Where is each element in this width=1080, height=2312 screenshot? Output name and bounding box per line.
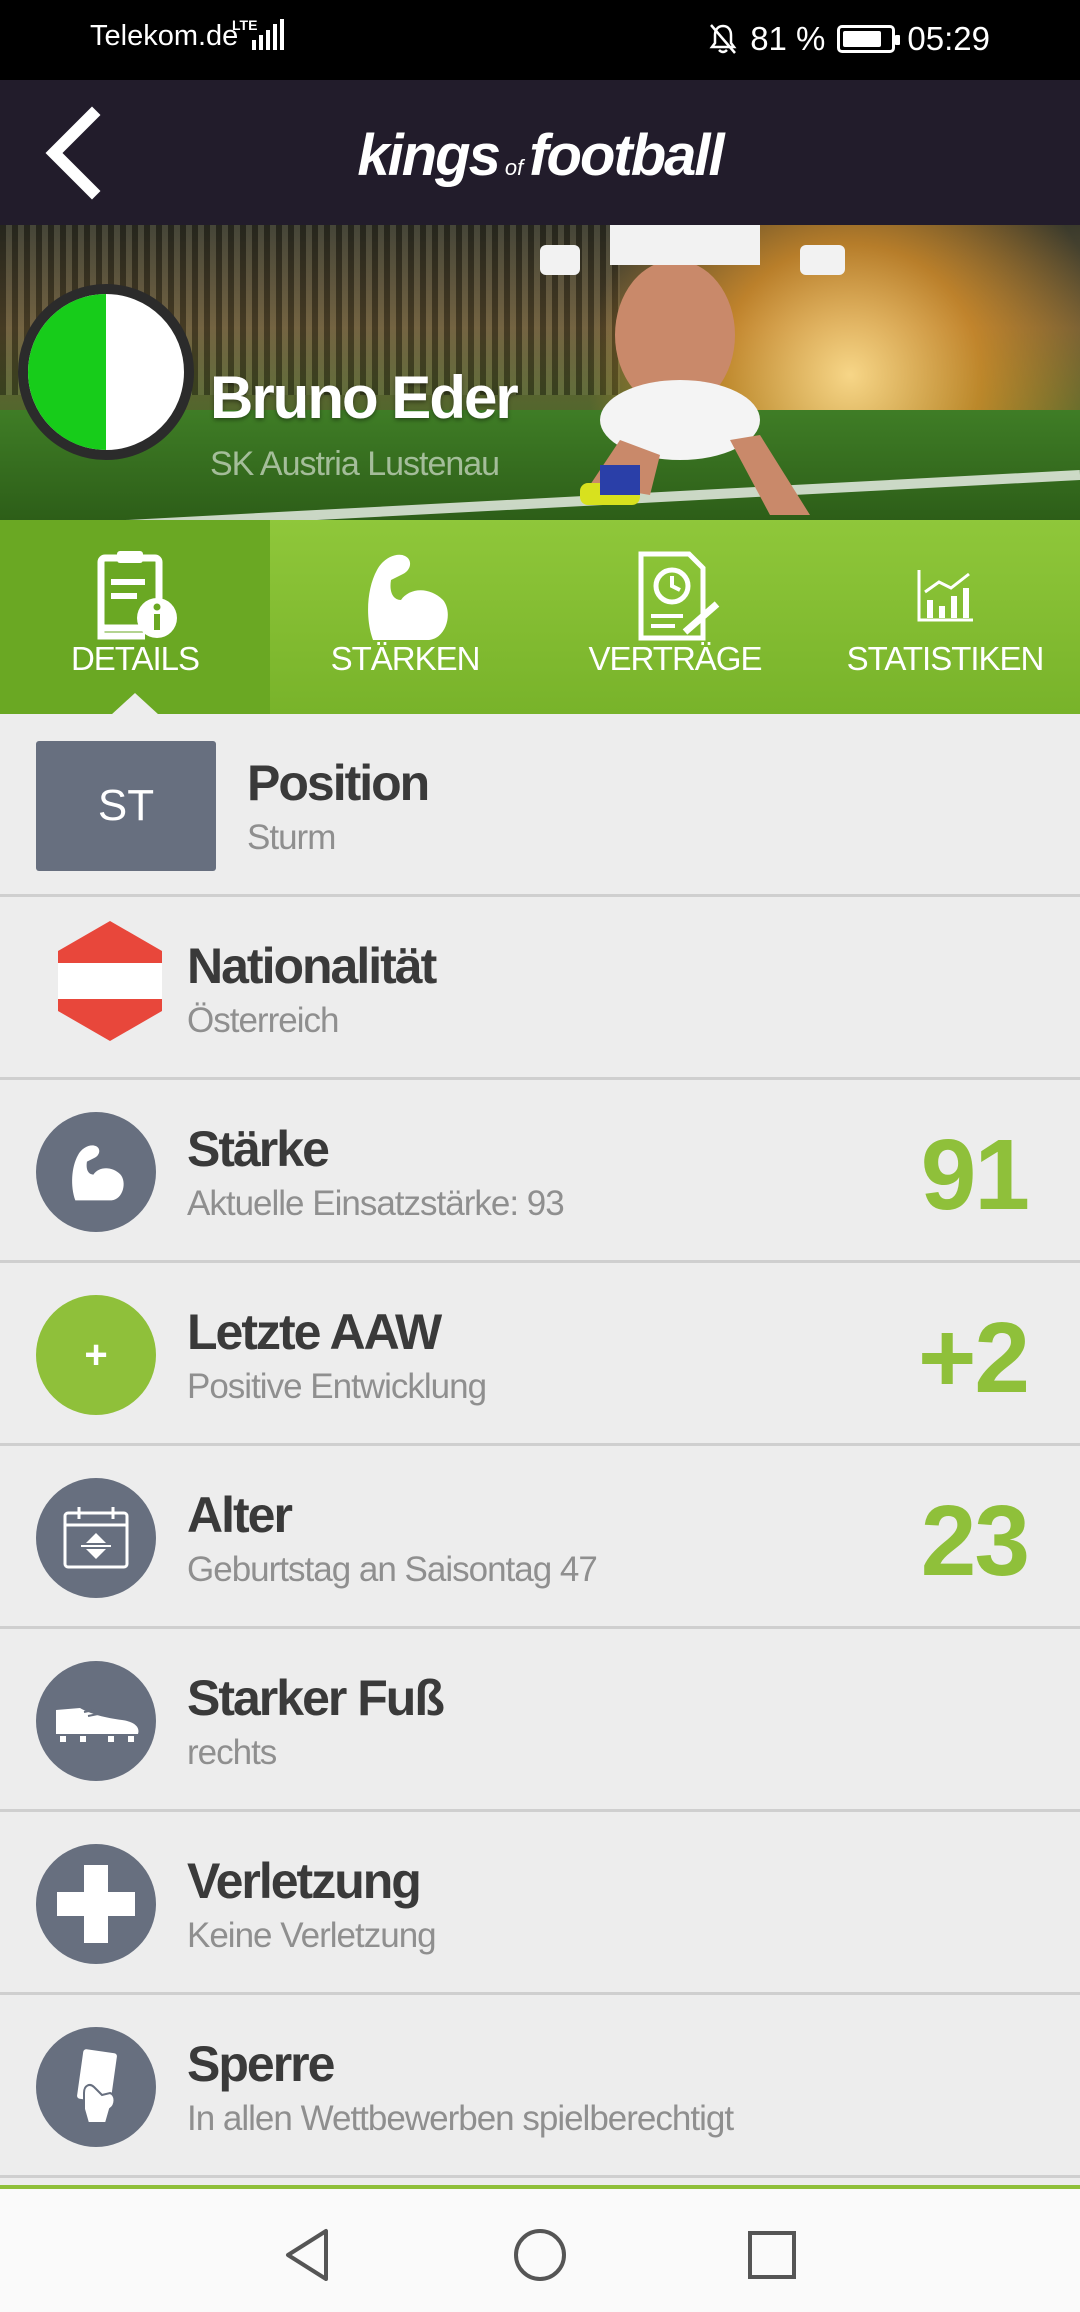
referee-card-icon bbox=[77, 2049, 117, 2124]
tab-strengths[interactable]: STÄRKEN bbox=[270, 520, 540, 714]
strong-foot-value: rechts bbox=[187, 1733, 277, 1772]
battery-percent: 81 % bbox=[750, 20, 826, 57]
tab-bar: DETAILS STÄRKEN VERTRÄGE STATISTIKEN bbox=[0, 520, 1080, 715]
injury-row-icon-circle bbox=[36, 1844, 156, 1964]
nationality-title: Nationalität bbox=[187, 938, 437, 994]
injury-value: Keine Verletzung bbox=[187, 1916, 437, 1955]
battery-icon bbox=[837, 25, 901, 53]
suspension-row[interactable]: Sperre In allen Wettbewerben spielberech… bbox=[0, 1995, 1080, 2178]
last-aaw-row[interactable]: + Letzte AAW Positive Entwicklung +2 bbox=[0, 1263, 1080, 1446]
club-badge bbox=[18, 284, 194, 460]
injury-title: Verletzung bbox=[187, 1853, 422, 1909]
strong-foot-row-icon-circle bbox=[36, 1661, 156, 1781]
system-navigation-bar bbox=[0, 2185, 1080, 2312]
position-title: Position bbox=[247, 755, 430, 811]
suspension-row-icon-circle bbox=[36, 2027, 156, 2147]
last-aaw-title: Letzte AAW bbox=[187, 1304, 442, 1360]
status-bar: Telekom.de LTE 81 % 05:29 bbox=[0, 0, 1080, 80]
contract-icon bbox=[638, 551, 720, 641]
strong-foot-row[interactable]: Starker Fuß rechts bbox=[0, 1629, 1080, 1812]
strength-row-icon-circle bbox=[36, 1112, 156, 1232]
last-aaw-subtitle: Positive Entwicklung bbox=[187, 1367, 487, 1406]
age-row-icon-circle bbox=[36, 1478, 156, 1598]
clock: 05:29 bbox=[907, 20, 990, 57]
nationality-value: Österreich bbox=[187, 1001, 339, 1040]
signal-icon bbox=[252, 19, 284, 50]
suspension-title: Sperre bbox=[187, 2036, 335, 2092]
details-icon bbox=[97, 551, 177, 640]
austria-flag-icon bbox=[58, 921, 162, 1041]
position-row[interactable]: ST Position Sturm bbox=[0, 714, 1080, 897]
strength-subtitle: Aktuelle Einsatzstärke: 93 bbox=[187, 1184, 565, 1223]
statistics-icon bbox=[917, 570, 973, 622]
logo-kings: kings bbox=[357, 123, 500, 188]
position-badge: ST bbox=[36, 741, 216, 871]
age-row[interactable]: Alter Geburtstag an Saisontag 47 23 bbox=[0, 1446, 1080, 1629]
mute-bell-icon bbox=[709, 24, 737, 54]
strong-foot-title: Starker Fuß bbox=[187, 1670, 445, 1726]
logo-football: football bbox=[529, 123, 724, 188]
player-name: Bruno Eder bbox=[210, 364, 519, 431]
medical-cross-icon bbox=[57, 1865, 135, 1943]
strength-value: 91 bbox=[920, 1119, 1030, 1231]
tab-statistics-label: STATISTIKEN bbox=[846, 640, 1045, 677]
plus-circle-icon: + bbox=[36, 1295, 156, 1415]
age-title: Alter bbox=[187, 1487, 293, 1543]
nav-back-icon[interactable] bbox=[278, 2225, 338, 2285]
app-header: kings of football bbox=[0, 80, 1080, 225]
position-value: Sturm bbox=[247, 818, 336, 857]
logo-of: of bbox=[504, 155, 524, 180]
tab-contracts[interactable]: VERTRÄGE bbox=[540, 520, 810, 714]
age-value: 23 bbox=[920, 1485, 1030, 1597]
nav-recents-icon[interactable] bbox=[742, 2225, 802, 2285]
tab-strengths-label: STÄRKEN bbox=[330, 640, 481, 677]
player-details-list: ST Position Sturm Nationalität Österreic… bbox=[0, 714, 1080, 2178]
tab-details-label: DETAILS bbox=[70, 640, 200, 677]
celebrating-player-image bbox=[540, 225, 845, 515]
football-boot-icon bbox=[56, 1708, 139, 1742]
suspension-value: In allen Wettbewerben spielberechtigt bbox=[187, 2099, 734, 2138]
tab-statistics[interactable]: STATISTIKEN bbox=[810, 520, 1080, 714]
nationality-row[interactable]: Nationalität Österreich bbox=[0, 897, 1080, 1080]
strength-title: Stärke bbox=[187, 1121, 330, 1177]
calendar-icon bbox=[63, 1507, 129, 1569]
last-aaw-value: +2 bbox=[917, 1302, 1030, 1414]
biceps-icon bbox=[72, 1145, 124, 1201]
nav-home-icon[interactable] bbox=[510, 2225, 570, 2285]
plus-symbol: + bbox=[84, 1332, 108, 1377]
strength-icon bbox=[368, 554, 448, 640]
carrier-label: Telekom.de bbox=[90, 20, 239, 52]
app-logo: kings of football bbox=[0, 122, 1080, 189]
strength-row[interactable]: Stärke Aktuelle Einsatzstärke: 93 91 bbox=[0, 1080, 1080, 1263]
club-name[interactable]: SK Austria Lustenau bbox=[210, 445, 500, 484]
tab-contracts-label: VERTRÄGE bbox=[588, 640, 763, 677]
age-subtitle: Geburtstag an Saisontag 47 bbox=[187, 1550, 598, 1589]
injury-row[interactable]: Verletzung Keine Verletzung bbox=[0, 1812, 1080, 1995]
tab-details[interactable]: DETAILS bbox=[0, 520, 270, 715]
